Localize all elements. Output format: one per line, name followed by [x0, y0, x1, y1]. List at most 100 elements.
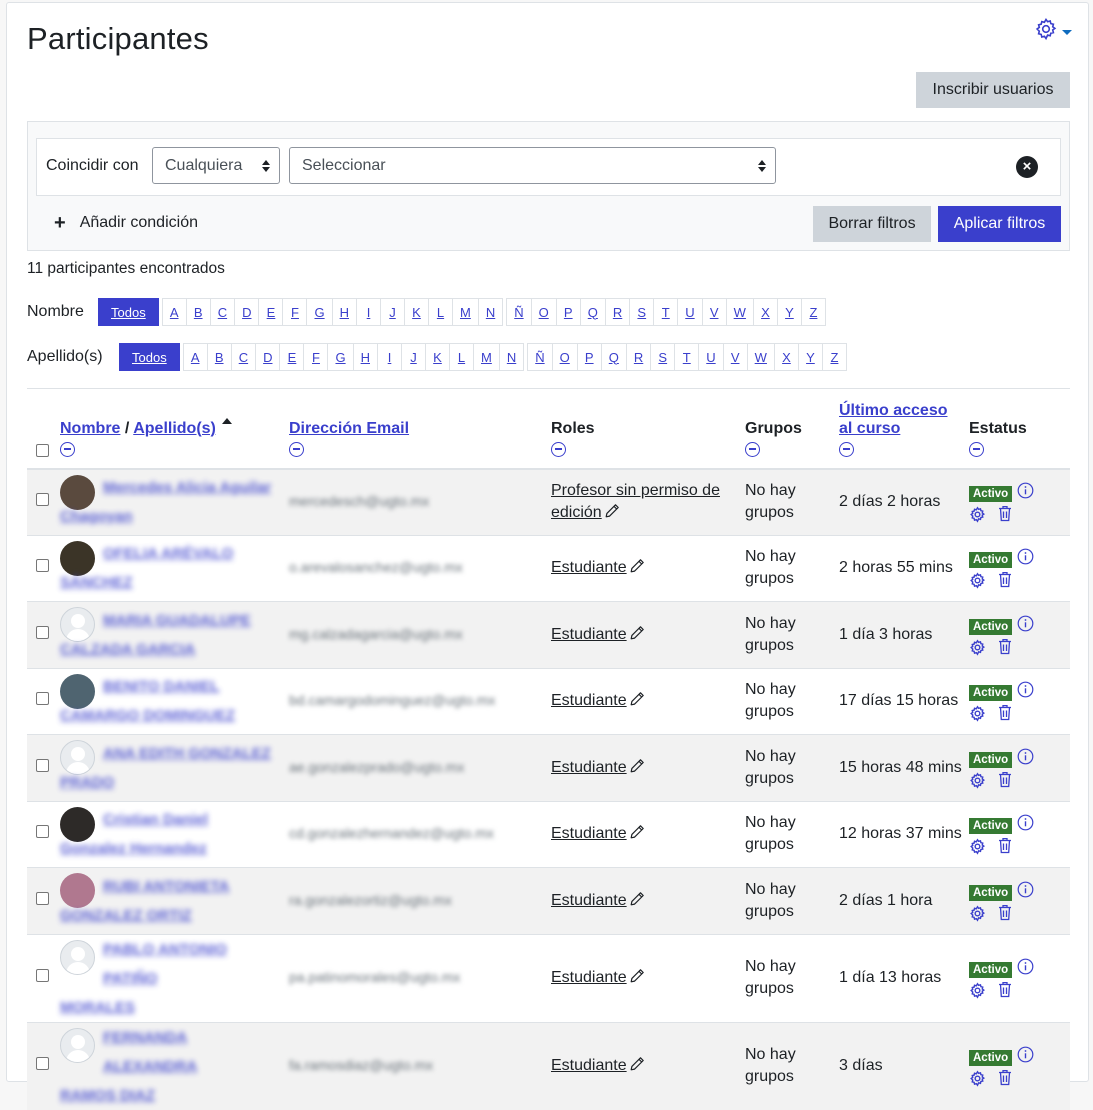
last-name-initial-4[interactable]: E — [279, 343, 305, 371]
match-select[interactable]: Cualquiera — [152, 147, 280, 184]
last-name-initial-8[interactable]: I — [377, 343, 402, 371]
last-name-initial-18[interactable]: R — [625, 343, 652, 371]
enrolment-settings-icon[interactable] — [969, 905, 986, 927]
enrol-users-button[interactable]: Inscribir usuarios — [916, 72, 1070, 108]
last-name-initial-11[interactable]: L — [449, 343, 474, 371]
info-icon[interactable] — [1017, 748, 1034, 770]
page-actions-menu[interactable] — [1034, 17, 1072, 46]
collapse-column-icon[interactable] — [839, 441, 854, 457]
last-name-initial-21[interactable]: U — [698, 343, 724, 371]
participant-name-link[interactable]: RUBI ANTONIETA GONZALEZ ORTIZ — [60, 872, 280, 930]
pencil-icon[interactable] — [629, 625, 645, 646]
role-link[interactable]: Estudiante — [551, 1057, 627, 1074]
collapse-column-icon[interactable] — [969, 441, 984, 457]
trash-icon[interactable] — [998, 771, 1012, 793]
pencil-icon[interactable] — [629, 758, 645, 779]
row-checkbox[interactable] — [36, 758, 49, 772]
participant-name-link[interactable]: Mercedes Alicia Aguilar Chagoyan — [60, 473, 280, 531]
first-name-initial-16[interactable]: P — [555, 298, 581, 326]
enrolment-settings-icon[interactable] — [969, 506, 986, 528]
sort-first-name-link[interactable]: Nombre — [60, 420, 120, 437]
collapse-column-icon[interactable] — [60, 441, 75, 457]
row-checkbox[interactable] — [36, 692, 49, 706]
add-condition-button[interactable]: + Añadir condición — [54, 213, 198, 233]
first-name-initial-8[interactable]: I — [356, 298, 381, 326]
trash-icon[interactable] — [998, 837, 1012, 859]
sort-email-link[interactable]: Dirección Email — [289, 420, 409, 437]
collapse-column-icon[interactable] — [289, 441, 304, 457]
role-link[interactable]: Estudiante — [551, 892, 627, 909]
info-icon[interactable] — [1017, 1046, 1034, 1068]
participant-name-link[interactable]: BENITO DANIEL CAMARGO DOMINGUEZ — [60, 672, 280, 730]
trash-icon[interactable] — [998, 981, 1012, 1003]
last-name-initial-26[interactable]: Z — [821, 343, 847, 371]
trash-icon[interactable] — [998, 571, 1012, 593]
first-name-initial-6[interactable]: G — [306, 298, 333, 326]
trash-icon[interactable] — [998, 704, 1012, 726]
info-icon[interactable] — [1017, 958, 1034, 980]
enrolment-settings-icon[interactable] — [969, 1070, 986, 1092]
last-name-initial-10[interactable]: K — [425, 343, 450, 371]
first-name-initial-25[interactable]: Y — [776, 298, 802, 326]
first-name-initial-12[interactable]: M — [452, 298, 479, 326]
last-name-initial-17[interactable]: Q — [600, 343, 627, 371]
pencil-icon[interactable] — [629, 891, 645, 912]
last-name-initial-12[interactable]: M — [473, 343, 500, 371]
initial-all[interactable]: Todos — [119, 343, 180, 371]
filter-type-select[interactable]: Seleccionar — [289, 147, 776, 184]
collapse-column-icon[interactable] — [551, 441, 566, 457]
first-name-initial-17[interactable]: Q — [579, 298, 606, 326]
last-name-initial-15[interactable]: O — [551, 343, 578, 371]
first-name-initial-26[interactable]: Z — [800, 298, 826, 326]
trash-icon[interactable] — [998, 904, 1012, 926]
pencil-icon[interactable] — [629, 691, 645, 712]
last-name-initial-20[interactable]: T — [674, 343, 700, 371]
last-name-initial-9[interactable]: J — [401, 343, 426, 371]
pencil-icon[interactable] — [604, 503, 620, 524]
info-icon[interactable] — [1017, 615, 1034, 637]
role-link[interactable]: Profesor sin permiso de edición — [551, 482, 720, 521]
participant-name-link[interactable]: OFELIA ARÉVALO SÁNCHEZ — [60, 539, 280, 597]
info-icon[interactable] — [1017, 548, 1034, 570]
trash-icon[interactable] — [998, 1069, 1012, 1091]
remove-condition-icon[interactable]: × — [1016, 156, 1038, 178]
participant-name-link[interactable]: PABLO ANTONIO PATIÑO MORALES — [60, 935, 280, 1022]
first-name-initial-13[interactable]: N — [477, 298, 504, 326]
sort-last-access-link[interactable]: Último acceso al curso — [839, 402, 947, 437]
enrolment-settings-icon[interactable] — [969, 772, 986, 794]
pencil-icon[interactable] — [629, 968, 645, 989]
last-name-initial-7[interactable]: H — [352, 343, 378, 371]
enrolment-settings-icon[interactable] — [969, 639, 986, 661]
enrolment-settings-icon[interactable] — [969, 705, 986, 727]
role-link[interactable]: Estudiante — [551, 825, 627, 842]
first-name-initial-0[interactable]: A — [161, 298, 187, 326]
first-name-initial-1[interactable]: B — [185, 298, 211, 326]
pencil-icon[interactable] — [629, 824, 645, 845]
clear-filters-button[interactable]: Borrar filtros — [813, 206, 931, 242]
first-name-initial-19[interactable]: S — [629, 298, 655, 326]
first-name-initial-23[interactable]: W — [725, 298, 754, 326]
initial-all[interactable]: Todos — [98, 298, 159, 326]
last-name-initial-0[interactable]: A — [182, 343, 208, 371]
trash-icon[interactable] — [998, 505, 1012, 527]
row-checkbox[interactable] — [36, 559, 49, 573]
first-name-initial-20[interactable]: T — [653, 298, 679, 326]
last-name-initial-3[interactable]: D — [255, 343, 281, 371]
info-icon[interactable] — [1017, 814, 1034, 836]
first-name-initial-11[interactable]: L — [428, 298, 453, 326]
last-name-initial-24[interactable]: X — [773, 343, 799, 371]
last-name-initial-5[interactable]: F — [303, 343, 329, 371]
apply-filters-button[interactable]: Aplicar filtros — [938, 206, 1061, 242]
role-link[interactable]: Estudiante — [551, 692, 627, 709]
first-name-initial-21[interactable]: U — [677, 298, 703, 326]
info-icon[interactable] — [1017, 881, 1034, 903]
info-icon[interactable] — [1017, 681, 1034, 703]
participant-name-link[interactable]: ANA EDITH GONZALEZ PRADO — [60, 739, 280, 797]
last-name-initial-6[interactable]: G — [327, 343, 354, 371]
last-name-initial-14[interactable]: Ñ — [527, 343, 553, 371]
role-link[interactable]: Estudiante — [551, 626, 627, 643]
first-name-initial-18[interactable]: R — [604, 298, 631, 326]
first-name-initial-14[interactable]: Ñ — [506, 298, 532, 326]
last-name-initial-19[interactable]: S — [650, 343, 676, 371]
enrolment-settings-icon[interactable] — [969, 838, 986, 860]
